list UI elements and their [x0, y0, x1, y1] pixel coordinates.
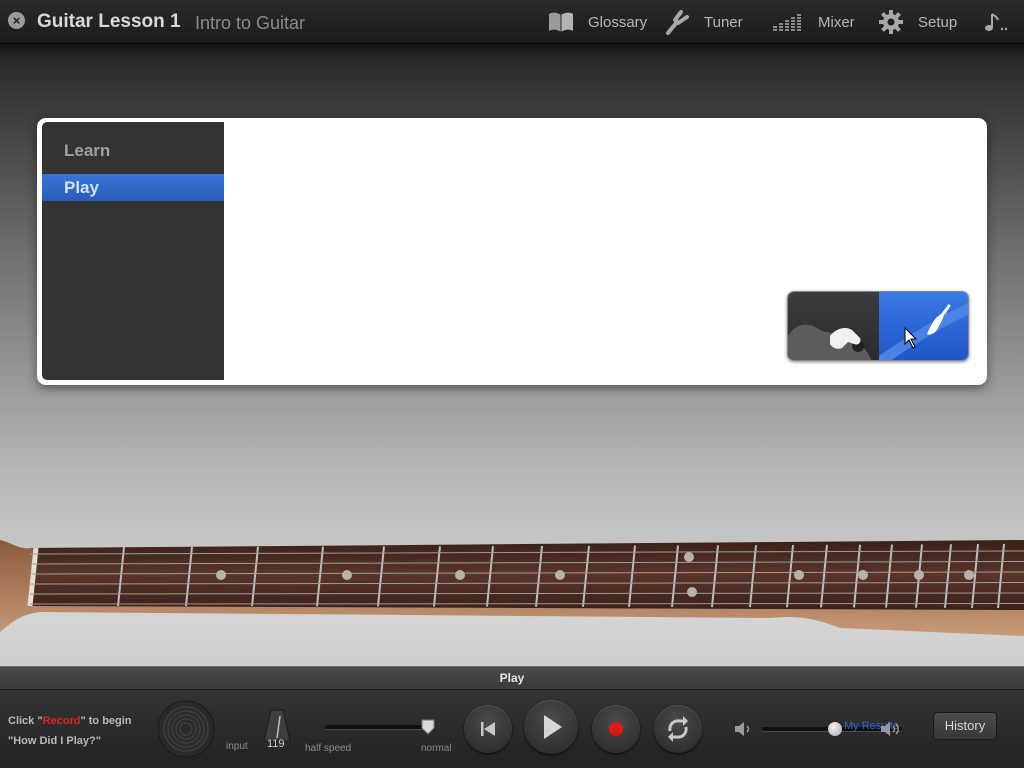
hint-prefix: Click " — [8, 715, 43, 727]
fret-inlay-dot — [455, 570, 465, 580]
fret-inlay-dot — [684, 552, 694, 562]
fret-inlay-dot — [964, 570, 974, 580]
fret-inlay-dot — [914, 570, 924, 580]
fret-inlay-dot — [687, 587, 697, 597]
loop-icon — [668, 716, 688, 742]
song-menu-button[interactable] — [982, 0, 1024, 44]
music-note-icon — [985, 13, 1008, 31]
play-icon — [544, 715, 562, 739]
metronome-icon[interactable] — [262, 708, 292, 742]
fret-inlay-dot — [555, 570, 565, 580]
record-hint: Click "Record" to begin "How Did I Play?… — [8, 711, 132, 751]
neck-view-button[interactable] — [879, 292, 968, 360]
hint-line2: "How Did I Play?" — [8, 735, 101, 747]
guitar-neck-fretboard — [0, 540, 1024, 636]
rewind-button[interactable] — [464, 705, 512, 753]
top-toolbar: × Guitar Lesson 1 Intro to Guitar Glossa… — [0, 0, 1024, 44]
book-icon — [549, 12, 573, 32]
hint-suffix: " to begin — [80, 715, 132, 727]
lesson-title: Guitar Lesson 1 — [37, 11, 181, 32]
tempo-value[interactable]: 119 — [267, 738, 285, 750]
volume-high-icon — [881, 722, 899, 736]
volume-low-icon — [735, 722, 750, 736]
input-level-dial — [158, 700, 215, 758]
glossary-label: Glossary — [588, 13, 648, 31]
gear-icon — [879, 10, 903, 34]
guitar-string — [29, 603, 1024, 605]
history-button[interactable]: History — [933, 712, 997, 740]
menu-item-play[interactable]: Play — [42, 174, 224, 201]
tuning-fork-icon — [666, 10, 689, 35]
speed-min-label: half speed — [305, 743, 352, 754]
lesson-subtitle: Intro to Guitar — [195, 13, 306, 33]
close-lesson-button[interactable]: × — [8, 12, 25, 29]
track-title-bar: Play — [0, 666, 1024, 690]
lesson-panel: Learn Play — [37, 118, 987, 385]
glossary-button[interactable]: Glossary — [548, 0, 647, 44]
hand-on-guitar-neck-icon — [879, 302, 968, 360]
mixer-label: Mixer — [818, 13, 855, 31]
volume-slider-thumb[interactable] — [828, 722, 842, 736]
skip-back-icon — [481, 722, 495, 736]
mixer-levels-icon — [773, 14, 801, 31]
cycle-button[interactable] — [654, 705, 702, 753]
setup-label: Setup — [918, 13, 958, 31]
input-label: input — [226, 741, 248, 752]
instrument-view-toggle — [787, 291, 969, 361]
tuner-label: Tuner — [704, 13, 743, 31]
setup-button[interactable]: Setup — [878, 0, 957, 44]
fret-inlay-dot — [858, 570, 868, 580]
hand-on-guitar-body-icon — [788, 324, 872, 360]
menu-item-learn[interactable]: Learn — [42, 137, 224, 164]
body-view-button[interactable] — [788, 292, 879, 360]
fret-inlay-dot — [216, 570, 226, 580]
speed-max-label: normal — [421, 743, 452, 754]
transport-control-bar: Click "Record" to begin "How Did I Play?… — [0, 690, 1024, 768]
mixer-button[interactable]: Mixer — [772, 0, 855, 44]
record-button[interactable] — [592, 705, 640, 753]
fret-inlay-dot — [794, 570, 804, 580]
speed-slider-thumb[interactable] — [421, 719, 435, 735]
fret-inlay-dot — [342, 570, 352, 580]
play-button[interactable] — [524, 700, 578, 754]
record-icon — [609, 722, 623, 736]
hint-record-word: Record — [42, 715, 81, 727]
lesson-menu: Learn Play — [42, 122, 224, 380]
speed-slider-track[interactable] — [325, 725, 432, 729]
tuner-button[interactable]: Tuner — [664, 0, 743, 44]
